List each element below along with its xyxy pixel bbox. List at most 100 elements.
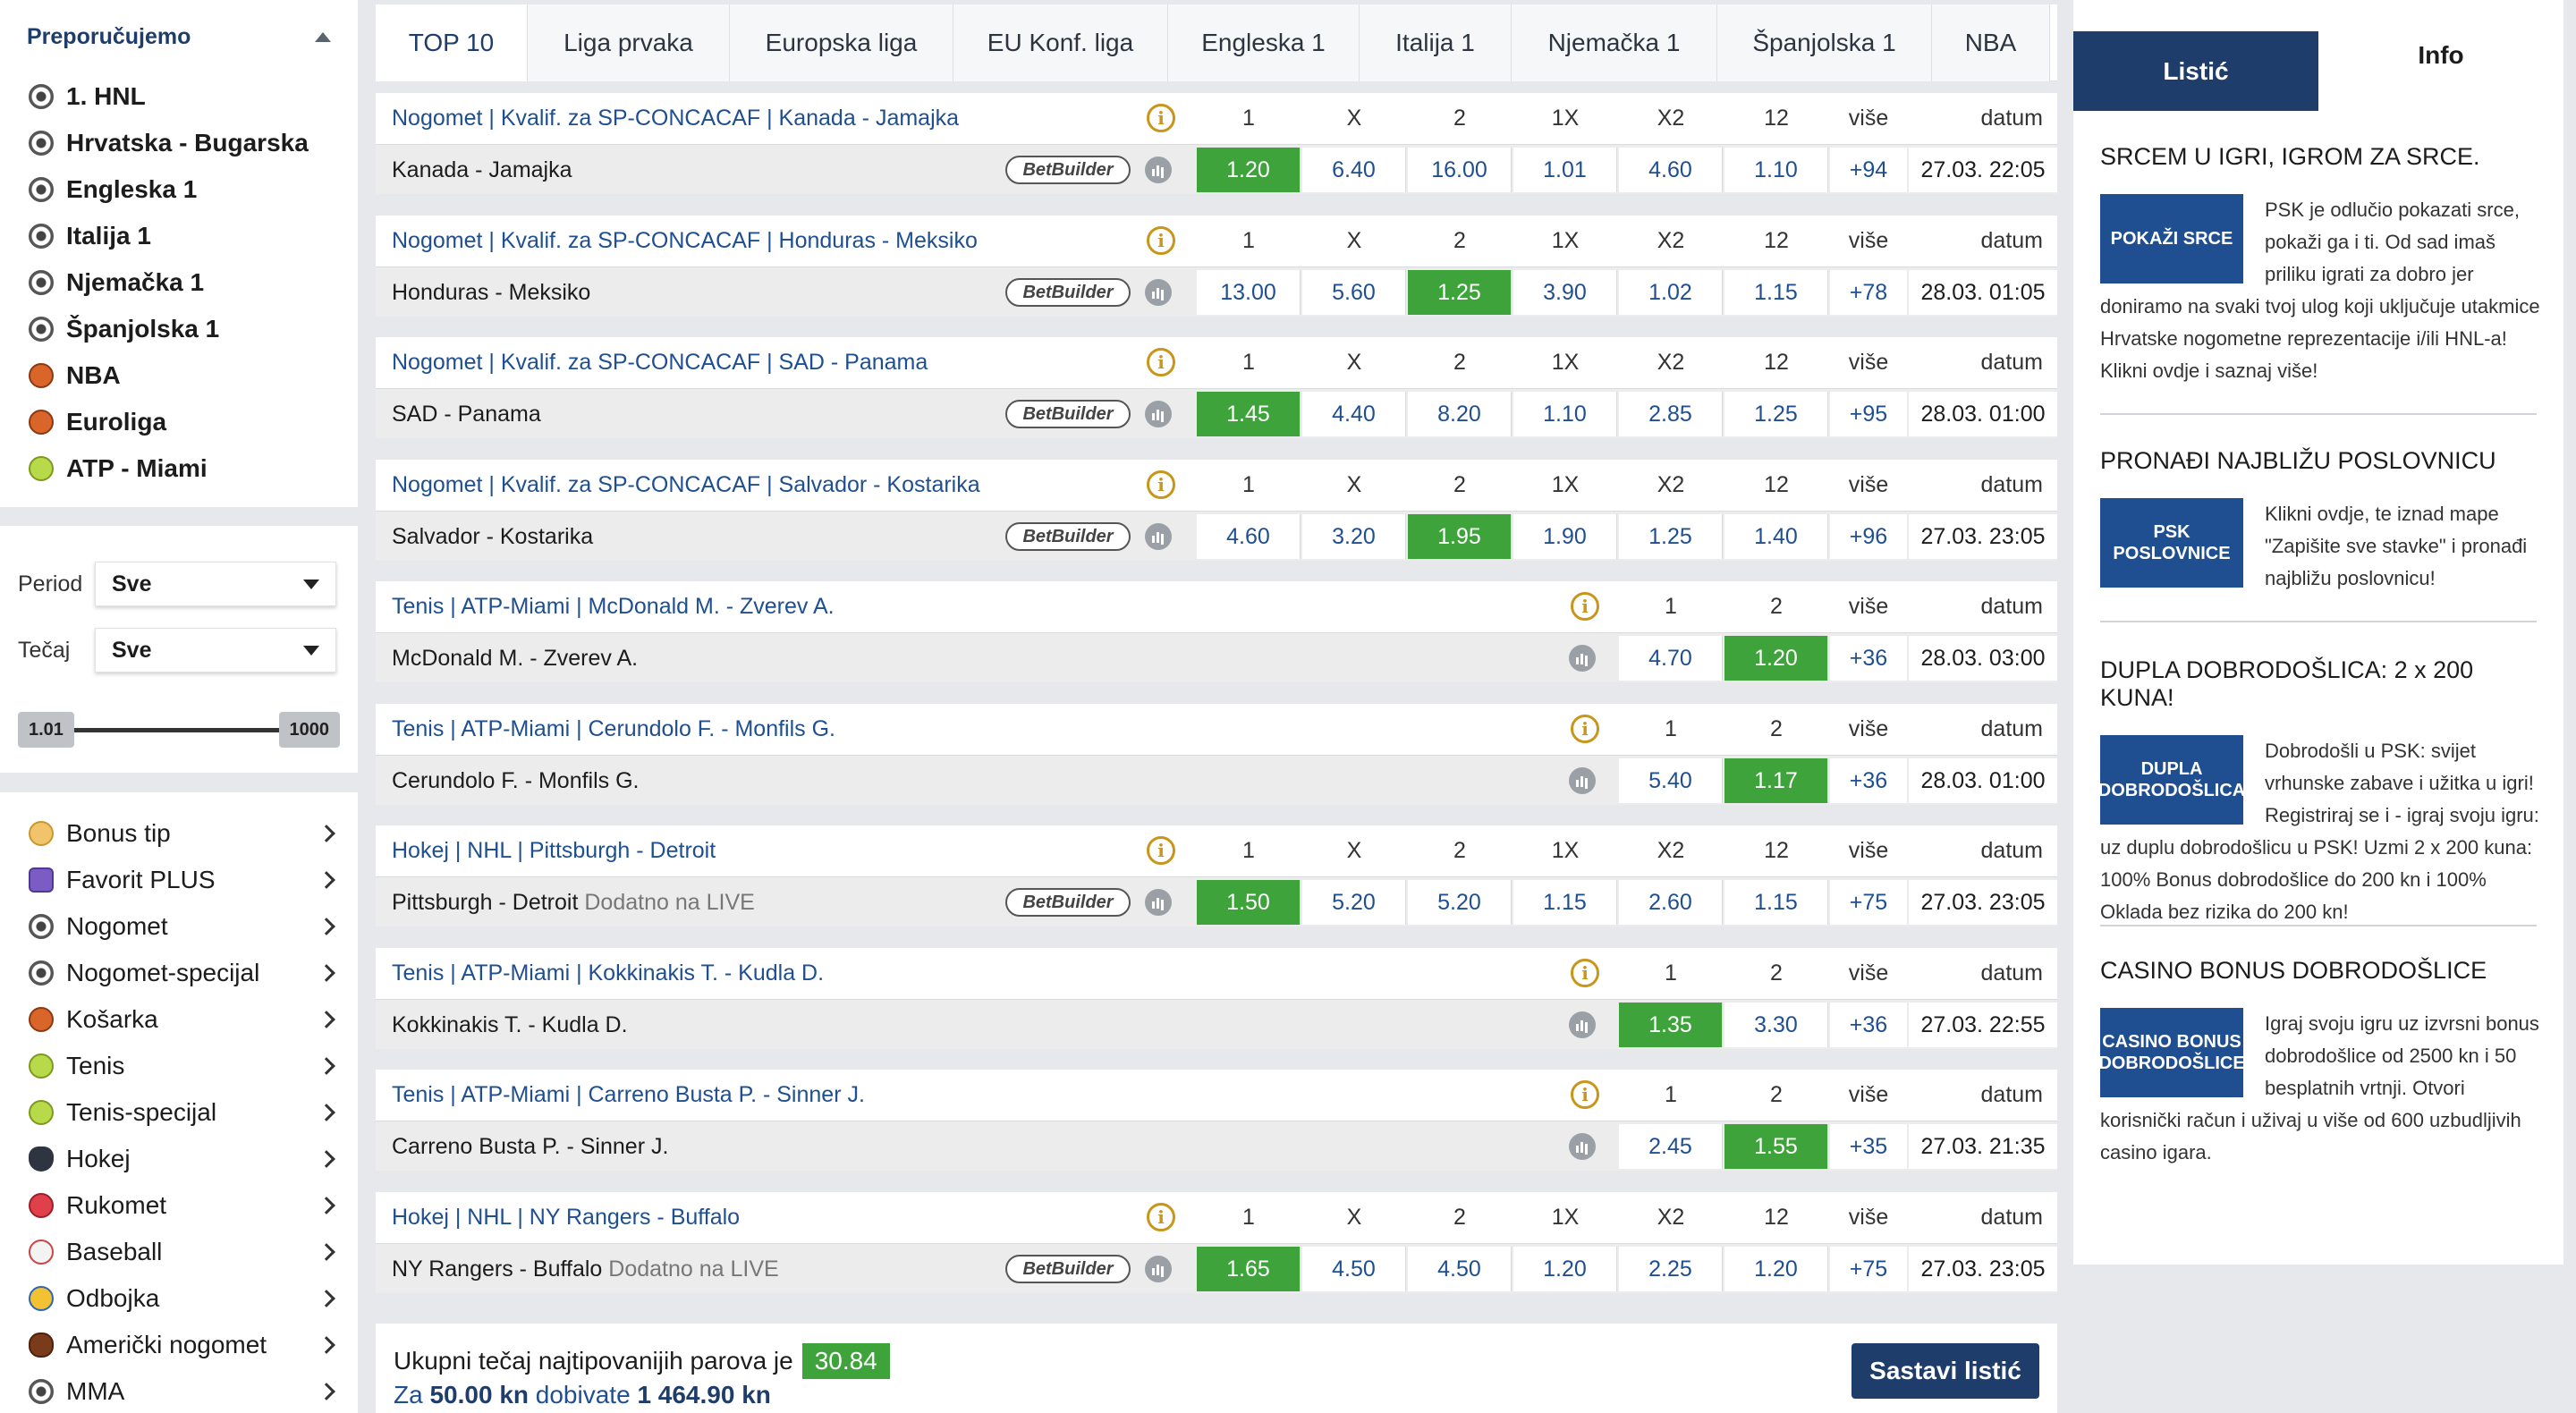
statistics-icon[interactable]: [1145, 1255, 1172, 1282]
info-icon[interactable]: i: [1571, 1080, 1599, 1109]
event-name[interactable]: Salvador - Kostarika: [392, 512, 593, 562]
promo-banner-image[interactable]: POKAŽI SRCE: [2100, 194, 2243, 283]
sport-menu-item[interactable]: Nogomet-specijal: [0, 950, 358, 996]
event-title-link[interactable]: Nogomet | Kvalif. za SP-CONCACAF | SAD -…: [392, 350, 928, 376]
statistics-icon[interactable]: [1569, 1011, 1596, 1038]
event-title-link[interactable]: Nogomet | Kvalif. za SP-CONCACAF | Salva…: [392, 472, 980, 498]
more-markets-link[interactable]: +35: [1830, 1124, 1907, 1169]
odds-button[interactable]: 4.40: [1302, 392, 1406, 436]
odds-button[interactable]: 6.40: [1302, 148, 1406, 192]
recommended-item[interactable]: 1. HNL: [0, 73, 358, 120]
sport-menu-item[interactable]: Baseball: [0, 1229, 358, 1275]
info-icon[interactable]: i: [1571, 714, 1599, 743]
odds-button[interactable]: 5.60: [1302, 269, 1406, 315]
event-name[interactable]: McDonald M. - Zverev A.: [392, 633, 638, 683]
event-name[interactable]: Pittsburgh - Detroit Dodatno na LIVE: [392, 877, 755, 927]
recommended-header[interactable]: Preporučujemo: [0, 0, 358, 73]
info-icon[interactable]: i: [1147, 348, 1175, 377]
sport-menu-item[interactable]: Nogomet: [0, 903, 358, 950]
promo-block[interactable]: DUPLA DOBRODOŠLICA: 2 x 200 KUNA! DUPLA D…: [2098, 656, 2547, 928]
event-name[interactable]: Kanada - Jamajka: [392, 145, 572, 195]
promo-banner-image[interactable]: DUPLA DOBRODOŠLICA: [2098, 735, 2245, 825]
tab-league[interactable]: Liga prvaka: [528, 4, 730, 81]
event-name[interactable]: NY Rangers - Buffalo Dodatno na LIVE: [392, 1244, 779, 1294]
event-title-link[interactable]: Tenis | ATP-Miami | McDonald M. - Zverev…: [392, 594, 835, 620]
odds-button[interactable]: 4.50: [1408, 1246, 1512, 1291]
event-title-link[interactable]: Nogomet | Kvalif. za SP-CONCACAF | Kanad…: [392, 106, 959, 131]
odds-button[interactable]: 1.17: [1724, 757, 1828, 803]
collapse-icon[interactable]: [315, 31, 331, 42]
odds-button[interactable]: 1.40: [1724, 513, 1828, 559]
sport-menu-item[interactable]: Tenis-specijal: [0, 1089, 358, 1136]
more-markets-link[interactable]: +36: [1830, 757, 1907, 803]
odds-button[interactable]: 1.20: [1724, 1246, 1828, 1291]
recommended-item[interactable]: Njemačka 1: [0, 259, 358, 306]
tab-league[interactable]: Španjolska 1: [1717, 4, 1932, 81]
odds-button[interactable]: 1.95: [1408, 513, 1512, 559]
promo-block[interactable]: CASINO BONUS DOBRODOŠLICE CASINO BONUS DO…: [2098, 957, 2547, 1169]
event-name[interactable]: Cerundolo F. - Monfils G.: [392, 756, 640, 806]
sport-menu-item[interactable]: Američki nogomet: [0, 1322, 358, 1368]
odds-button[interactable]: 8.20: [1408, 392, 1512, 436]
sport-menu-item[interactable]: Tenis: [0, 1043, 358, 1089]
odds-button[interactable]: 1.15: [1513, 880, 1617, 925]
recommended-item[interactable]: Španjolska 1: [0, 306, 358, 352]
tab-league[interactable]: EU Konf. liga: [953, 4, 1168, 81]
odds-button[interactable]: 1.01: [1513, 148, 1617, 192]
odds-button[interactable]: 3.30: [1724, 1002, 1828, 1047]
recommended-item[interactable]: NBA: [0, 352, 358, 399]
tab-league[interactable]: Europska liga: [730, 4, 953, 81]
recommended-item[interactable]: Italija 1: [0, 213, 358, 259]
odds-button[interactable]: 1.35: [1619, 1002, 1723, 1047]
more-markets-link[interactable]: +36: [1830, 1002, 1907, 1047]
odds-button[interactable]: 2.25: [1619, 1246, 1723, 1291]
odds-button[interactable]: 2.60: [1619, 880, 1723, 925]
more-markets-link[interactable]: +95: [1830, 392, 1907, 436]
odds-button[interactable]: 1.20: [1197, 148, 1301, 192]
odds-button[interactable]: 5.40: [1619, 757, 1723, 803]
event-name[interactable]: Kokkinakis T. - Kudla D.: [392, 1000, 628, 1050]
odds-button[interactable]: 13.00: [1197, 269, 1301, 315]
odds-button[interactable]: 1.02: [1619, 269, 1723, 315]
sport-menu-item[interactable]: Odbojka: [0, 1275, 358, 1322]
odds-button[interactable]: 1.45: [1197, 392, 1301, 436]
odds-button[interactable]: 4.70: [1619, 636, 1723, 681]
info-icon[interactable]: i: [1571, 592, 1599, 621]
more-markets-link[interactable]: +78: [1830, 269, 1907, 315]
odds-button[interactable]: 1.55: [1724, 1124, 1828, 1169]
info-icon[interactable]: i: [1147, 104, 1175, 132]
more-markets-link[interactable]: +94: [1830, 148, 1907, 192]
sport-menu-item[interactable]: Rukomet: [0, 1182, 358, 1229]
odds-button[interactable]: 1.25: [1619, 513, 1723, 559]
event-title-link[interactable]: Tenis | ATP-Miami | Cerundolo F. - Monfi…: [392, 716, 835, 742]
odds-button[interactable]: 5.20: [1302, 880, 1406, 925]
odds-button[interactable]: 3.90: [1513, 269, 1617, 315]
statistics-icon[interactable]: [1145, 889, 1172, 916]
tab-league[interactable]: NBA: [1932, 4, 2050, 81]
recommended-item[interactable]: Euroliga: [0, 399, 358, 445]
promo-banner-image[interactable]: CASINO BONUS DOBRODOŠLICE: [2098, 1008, 2245, 1097]
statistics-icon[interactable]: [1145, 401, 1172, 427]
odds-range-slider[interactable]: 1.01 1000: [18, 712, 340, 748]
sport-menu-item[interactable]: Bonus tip: [0, 810, 358, 857]
slider-max-handle[interactable]: 1000: [278, 712, 340, 748]
odds-button[interactable]: 1.10: [1513, 392, 1617, 436]
event-name[interactable]: SAD - Panama: [392, 389, 541, 439]
statistics-icon[interactable]: [1569, 1133, 1596, 1160]
betbuilder-badge[interactable]: BetBuilder: [1005, 156, 1131, 184]
event-title-link[interactable]: Tenis | ATP-Miami | Kokkinakis T. - Kudl…: [392, 960, 824, 986]
slider-min-handle[interactable]: 1.01: [18, 712, 74, 748]
promo-banner-image[interactable]: PSK POSLOVNICE: [2100, 498, 2243, 588]
betbuilder-badge[interactable]: BetBuilder: [1005, 277, 1131, 307]
build-slip-button[interactable]: Sastavi listić: [1852, 1343, 2039, 1399]
info-icon[interactable]: i: [1147, 836, 1175, 865]
statistics-icon[interactable]: [1145, 157, 1172, 183]
odds-button[interactable]: 4.60: [1619, 148, 1723, 192]
sport-menu-item[interactable]: Favorit PLUS: [0, 857, 358, 903]
info-icon[interactable]: i: [1571, 958, 1599, 987]
tab-slip[interactable]: Listić: [2073, 31, 2318, 111]
info-icon[interactable]: i: [1147, 1202, 1175, 1231]
tab-league[interactable]: Engleska 1: [1168, 4, 1360, 81]
odds-button[interactable]: 4.50: [1302, 1246, 1406, 1291]
statistics-icon[interactable]: [1145, 522, 1172, 550]
